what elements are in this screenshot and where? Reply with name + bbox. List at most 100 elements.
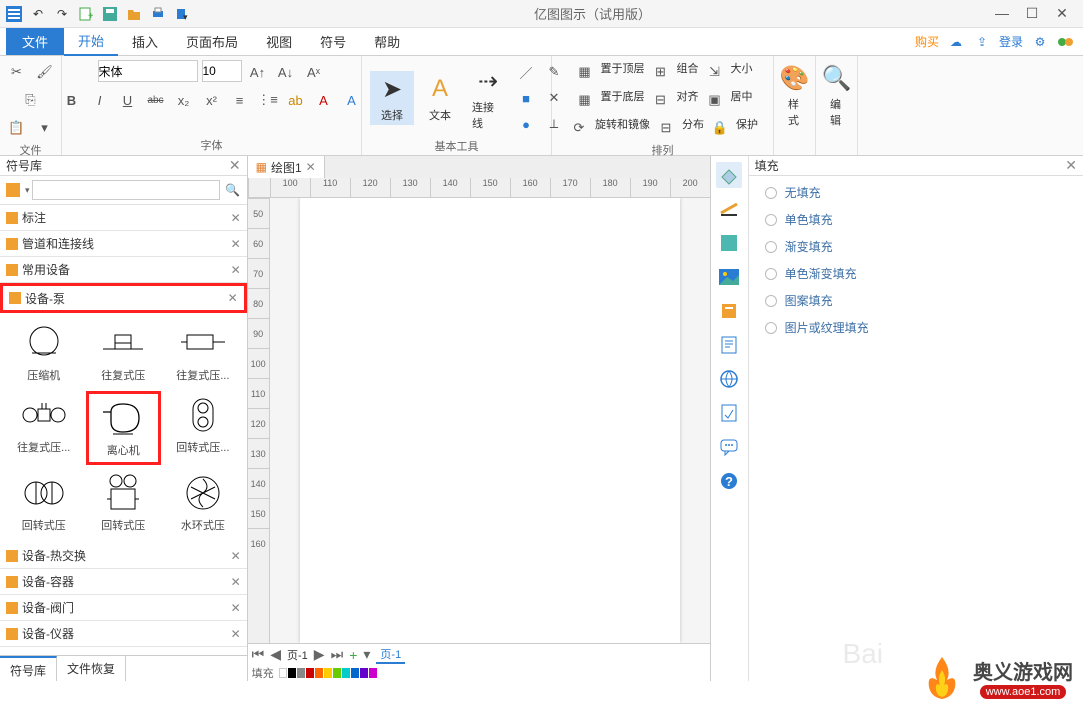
shadow-tab-icon[interactable]	[716, 230, 742, 256]
file-menu[interactable]: 文件	[6, 28, 64, 55]
symbol-search-input[interactable]	[32, 180, 220, 200]
bold-button[interactable]: B	[60, 88, 84, 112]
fill-tab-icon[interactable]	[716, 162, 742, 188]
print-icon[interactable]	[148, 4, 168, 24]
category-annotation[interactable]: 标注✕	[0, 205, 247, 231]
rotate-icon[interactable]: ⟳	[567, 116, 591, 140]
underline-button[interactable]: U	[116, 88, 140, 112]
line-tab-icon[interactable]	[716, 196, 742, 222]
color-swatch[interactable]	[351, 668, 359, 678]
font-name-select[interactable]	[98, 60, 198, 82]
superscript-icon[interactable]: x²	[200, 88, 224, 112]
textfx-icon[interactable]: A	[340, 88, 364, 112]
web-tab-icon[interactable]	[716, 366, 742, 392]
shape-waterring[interactable]: 水环式压	[165, 469, 241, 537]
page-tab[interactable]: 页-1	[376, 646, 405, 664]
app-menu-icon[interactable]	[4, 4, 24, 24]
color-swatch[interactable]	[369, 668, 377, 678]
fill-mono-gradient[interactable]: 单色渐变填充	[765, 265, 1067, 282]
paste-dropdown-icon[interactable]: ▾	[33, 116, 57, 140]
align-label[interactable]: 对齐	[677, 88, 699, 112]
shape-reciprocating-3[interactable]: 往复式压...	[6, 391, 82, 465]
page-dropdown-icon[interactable]: ▾	[363, 646, 370, 663]
subscript-icon[interactable]: x₂	[172, 88, 196, 112]
canvas-page[interactable]	[300, 198, 680, 643]
category-valve[interactable]: 设备-阀门✕	[0, 595, 247, 621]
fill-texture[interactable]: 图片或纹理填充	[765, 319, 1067, 336]
export-icon[interactable]: ▾	[172, 4, 192, 24]
drawing-canvas[interactable]	[270, 198, 710, 643]
center-icon[interactable]: ▣	[703, 88, 727, 112]
new-icon[interactable]: +	[76, 4, 96, 24]
bring-front-label[interactable]: 置于顶层	[601, 60, 645, 84]
shape-rotary-3[interactable]: 回转式压	[86, 469, 162, 537]
highlight-icon[interactable]: ab	[284, 88, 308, 112]
send-back-icon[interactable]: ▦	[573, 88, 597, 112]
protect-label[interactable]: 保护	[736, 116, 758, 140]
page-prev-icon[interactable]: ◀	[270, 646, 281, 663]
settings-icon[interactable]: ⚙	[1031, 33, 1049, 51]
fill-panel-close-icon[interactable]: ✕	[1065, 157, 1077, 174]
category-vessel[interactable]: 设备-容器✕	[0, 569, 247, 595]
rect-tool-icon[interactable]: ■	[514, 86, 538, 110]
menu-insert[interactable]: 插入	[118, 28, 172, 55]
send-back-label[interactable]: 置于底层	[601, 88, 645, 112]
rotate-label[interactable]: 旋转和镜像	[595, 116, 650, 140]
bring-front-icon[interactable]: ▦	[573, 60, 597, 84]
login-link[interactable]: 登录	[999, 33, 1023, 51]
linespacing-icon[interactable]: ≡	[228, 88, 252, 112]
copy-icon[interactable]: ⎘	[19, 88, 43, 112]
undo-icon[interactable]: ↶	[28, 4, 48, 24]
close-button[interactable]: ✕	[1053, 5, 1071, 22]
strike-button[interactable]: abc	[144, 88, 168, 112]
save-icon[interactable]	[100, 4, 120, 24]
style-button[interactable]: 🎨样式	[782, 60, 807, 130]
color-swatch[interactable]	[324, 668, 332, 678]
color-swatch[interactable]	[315, 668, 323, 678]
category-common[interactable]: 常用设备✕	[0, 257, 247, 283]
maximize-button[interactable]: ☐	[1023, 5, 1041, 22]
shape-reciprocating-2[interactable]: 往复式压...	[165, 319, 241, 387]
fill-pattern[interactable]: 图案填充	[765, 292, 1067, 309]
fill-none[interactable]: 无填充	[765, 184, 1067, 201]
clear-format-icon[interactable]: Aˣ	[302, 60, 326, 84]
edit-button[interactable]: 🔍编辑	[824, 60, 849, 130]
color-swatch[interactable]	[297, 668, 305, 678]
italic-button[interactable]: I	[88, 88, 112, 112]
align-icon[interactable]: ⊟	[649, 88, 673, 112]
shape-compressor[interactable]: 压缩机	[6, 319, 82, 387]
image-tab-icon[interactable]	[716, 264, 742, 290]
cat-close-icon[interactable]: ✕	[228, 291, 238, 305]
shape-rotary-2[interactable]: 回转式压	[6, 469, 82, 537]
cut-icon[interactable]: ✂	[5, 60, 29, 84]
document-tab[interactable]: ▦ 绘图1 ✕	[248, 156, 325, 178]
buy-link[interactable]: 购买	[915, 33, 939, 50]
distribute-label[interactable]: 分布	[682, 116, 704, 140]
color-swatch[interactable]	[306, 668, 314, 678]
tab-symbol-library[interactable]: 符号库	[0, 656, 57, 681]
size-icon[interactable]: ⇲	[703, 60, 727, 84]
cat-close-icon[interactable]: ✕	[231, 627, 241, 641]
distribute-icon[interactable]: ⊟	[654, 116, 678, 140]
menu-view[interactable]: 视图	[252, 28, 306, 55]
text-tab-icon[interactable]	[716, 332, 742, 358]
comment-tab-icon[interactable]	[716, 434, 742, 460]
add-page-icon[interactable]: +	[349, 647, 357, 663]
font-size-select[interactable]	[202, 60, 242, 82]
paste-icon[interactable]: 📋	[5, 116, 29, 140]
color-swatch[interactable]	[360, 668, 368, 678]
color-swatch[interactable]	[342, 668, 350, 678]
cat-close-icon[interactable]: ✕	[231, 263, 241, 277]
center-label[interactable]: 居中	[731, 88, 753, 112]
brush-icon[interactable]: 🖌	[33, 60, 57, 84]
color-swatch[interactable]	[279, 668, 287, 678]
page-last-icon[interactable]: ⏭	[331, 646, 344, 663]
shape-rotary-1[interactable]: 回转式压...	[165, 391, 241, 465]
grow-font-icon[interactable]: A↑	[246, 60, 270, 84]
cat-close-icon[interactable]: ✕	[231, 211, 241, 225]
color-swatch[interactable]	[333, 668, 341, 678]
share-icon[interactable]: ⇪	[973, 33, 991, 51]
cloud-icon[interactable]: ☁	[947, 33, 965, 51]
page-next-icon[interactable]: ▶	[314, 646, 325, 663]
connector-tool[interactable]: ⇢连接线	[466, 63, 510, 133]
